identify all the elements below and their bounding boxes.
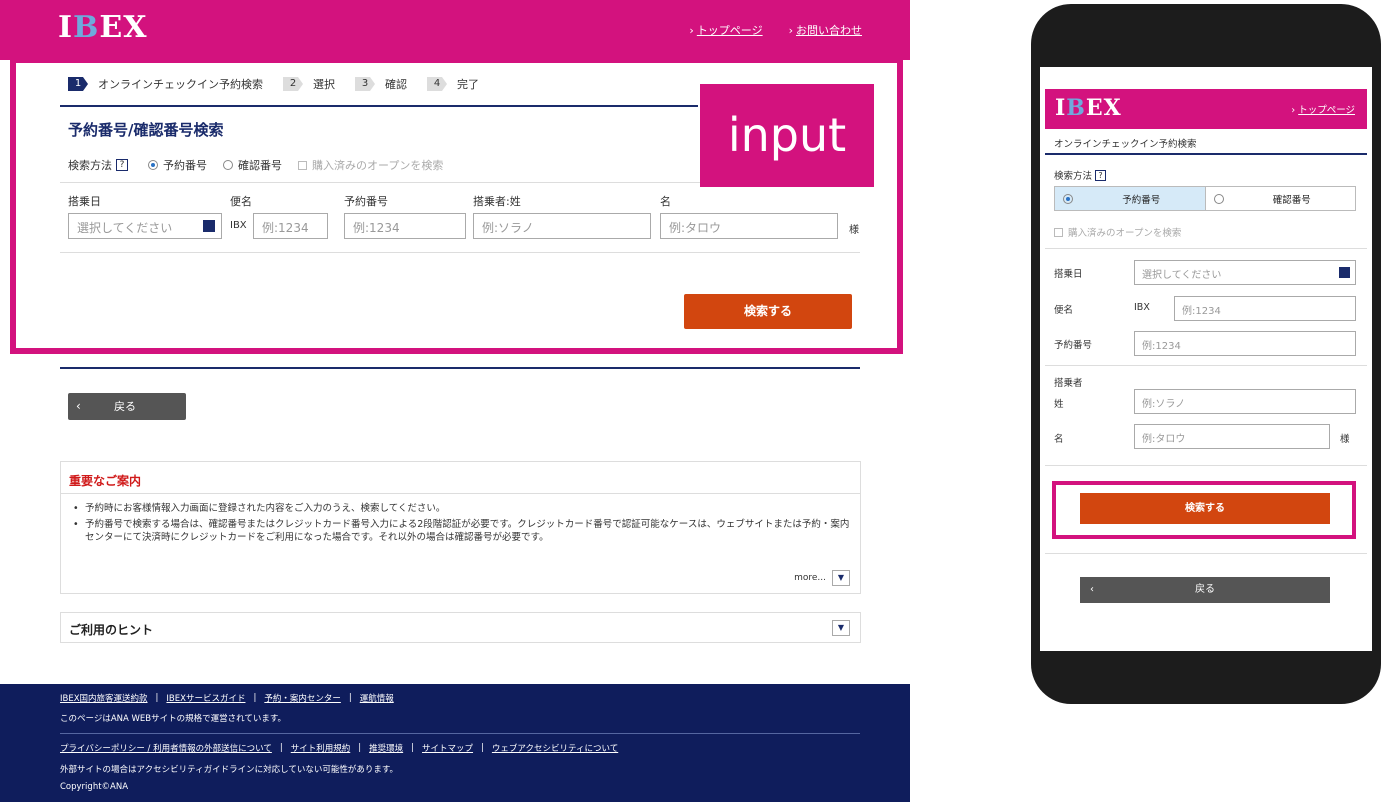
arrow-icon: › [788, 24, 793, 37]
ibex-logo[interactable]: IBEX [58, 10, 148, 45]
radio-selected-icon [1063, 193, 1073, 204]
footer-accessibility-note: 外部サイトの場合はアクセシビリティガイドラインに対応していない可能性があります。 [60, 765, 398, 775]
list-item: 予約時にお客様情報入力画面に登録された内容をご入力のうえ、検索してください。 [73, 502, 853, 515]
top-page-link[interactable]: › トップページ [1291, 102, 1355, 116]
divider [60, 733, 860, 734]
chevron-left-icon: ‹ [76, 399, 81, 413]
firstname-label: 名 [1054, 434, 1064, 445]
divider [1045, 465, 1367, 466]
search-button[interactable]: 検索する [1080, 493, 1330, 524]
divider [1045, 365, 1367, 366]
desktop-view: IBEX › トップページ › お問い合わせ 1 オンラインチェックイン予約検索 2選… [0, 0, 910, 802]
flight-label: 便名 [1054, 305, 1074, 316]
lastname-label: 姓 [1054, 399, 1064, 410]
footer-link[interactable]: プライバシーポリシー / 利用者情報の外部送信について [60, 742, 272, 754]
divider [61, 493, 860, 494]
open-ticket-checkbox[interactable]: 購入済みのオープンを検索 [1054, 225, 1181, 239]
site-header: IBEX › トップページ › お問い合わせ [0, 0, 910, 60]
important-notice: 重要なご案内 予約時にお客様情報入力画面に登録された内容をご入力のうえ、検索して… [60, 461, 861, 594]
contact-link[interactable]: › お問い合わせ [789, 22, 862, 38]
footer-link[interactable]: 推奨環境 [369, 742, 403, 754]
notice-title: 重要なご案内 [69, 474, 142, 488]
expand-icon[interactable]: ▼ [832, 620, 850, 636]
divider [1045, 553, 1367, 554]
arrow-icon: › [689, 24, 694, 37]
lastname-input[interactable]: 例:ソラノ [1134, 389, 1356, 414]
input-badge: input [700, 84, 874, 187]
honorific: 様 [1340, 434, 1350, 445]
list-item: 予約番号で検索する場合は、確認番号またはクレジットカード番号入力による2段階認証… [73, 518, 853, 544]
page-title: オンラインチェックイン予約検索 [1054, 139, 1197, 150]
footer-links-primary: IBEX国内旅客運送約款 | IBEXサービスガイド | 予約・案内センター | 運航… [60, 692, 394, 704]
date-label: 搭乗日 [1054, 269, 1083, 280]
footer-link[interactable]: サイト利用規約 [291, 742, 351, 754]
calendar-icon[interactable] [1339, 267, 1350, 278]
copyright: Copyright©ANA [60, 782, 129, 792]
footer-link[interactable]: サイトマップ [422, 742, 473, 754]
footer-note: このページはANA WEBサイトの規格で運営されています。 [60, 714, 287, 724]
footer-link[interactable]: 予約・案内センター [264, 692, 341, 704]
site-footer: IBEX国内旅客運送約款 | IBEXサービスガイド | 予約・案内センター | 運航… [0, 684, 910, 802]
flight-number-input[interactable]: 例:1234 [1174, 296, 1356, 321]
radio-confirmation-number[interactable]: 確認番号 [1206, 187, 1356, 210]
footer-links-secondary: プライバシーポリシー / 利用者情報の外部送信について | サイト利用規約 | 推奨… [60, 742, 619, 754]
top-page-link[interactable]: › トップページ [689, 22, 762, 38]
back-button[interactable]: ‹ 戻る [1080, 577, 1330, 603]
booking-number-input[interactable]: 例:1234 [1134, 331, 1356, 356]
back-button[interactable]: ‹ 戻る [68, 393, 186, 420]
divider [1045, 248, 1367, 249]
expand-icon[interactable]: ▼ [832, 570, 850, 586]
search-method: 検索方法 ? [1054, 168, 1109, 182]
date-field[interactable]: 選択してください [1134, 260, 1356, 285]
footer-link[interactable]: ウェブアクセシビリティについて [492, 742, 618, 754]
mobile-view: IBEX › トップページ オンラインチェックイン予約検索 検索方法 ? 予約番… [1040, 67, 1372, 651]
hint-title: ご利用のヒント [69, 623, 154, 637]
divider [60, 367, 860, 369]
footer-link[interactable]: IBEX国内旅客運送約款 [60, 692, 148, 704]
mobile-header: IBEX › トップページ [1045, 89, 1367, 129]
checkbox-icon [1054, 227, 1063, 237]
more-link[interactable]: more... [794, 573, 826, 583]
radio-icon [1213, 193, 1224, 204]
booking-label: 予約番号 [1054, 340, 1093, 351]
notice-list: 予約時にお客様情報入力画面に登録された内容をご入力のうえ、検索してください。 予… [73, 502, 853, 547]
usage-hints[interactable]: ご利用のヒント ▼ [60, 612, 861, 643]
help-icon[interactable]: ? [1095, 169, 1107, 181]
passenger-label: 搭乗者 [1054, 378, 1083, 389]
footer-link[interactable]: 運航情報 [360, 692, 394, 704]
search-method-toggle: 予約番号 確認番号 [1054, 186, 1356, 211]
radio-booking-number[interactable]: 予約番号 [1055, 187, 1206, 210]
divider [1045, 153, 1367, 155]
flight-prefix: IBX [1134, 302, 1150, 313]
firstname-input[interactable]: 例:タロウ [1134, 424, 1330, 449]
footer-link[interactable]: IBEXサービスガイド [166, 692, 245, 704]
header-links: › トップページ › お問い合わせ [689, 22, 862, 38]
ibex-logo[interactable]: IBEX [1055, 95, 1122, 121]
